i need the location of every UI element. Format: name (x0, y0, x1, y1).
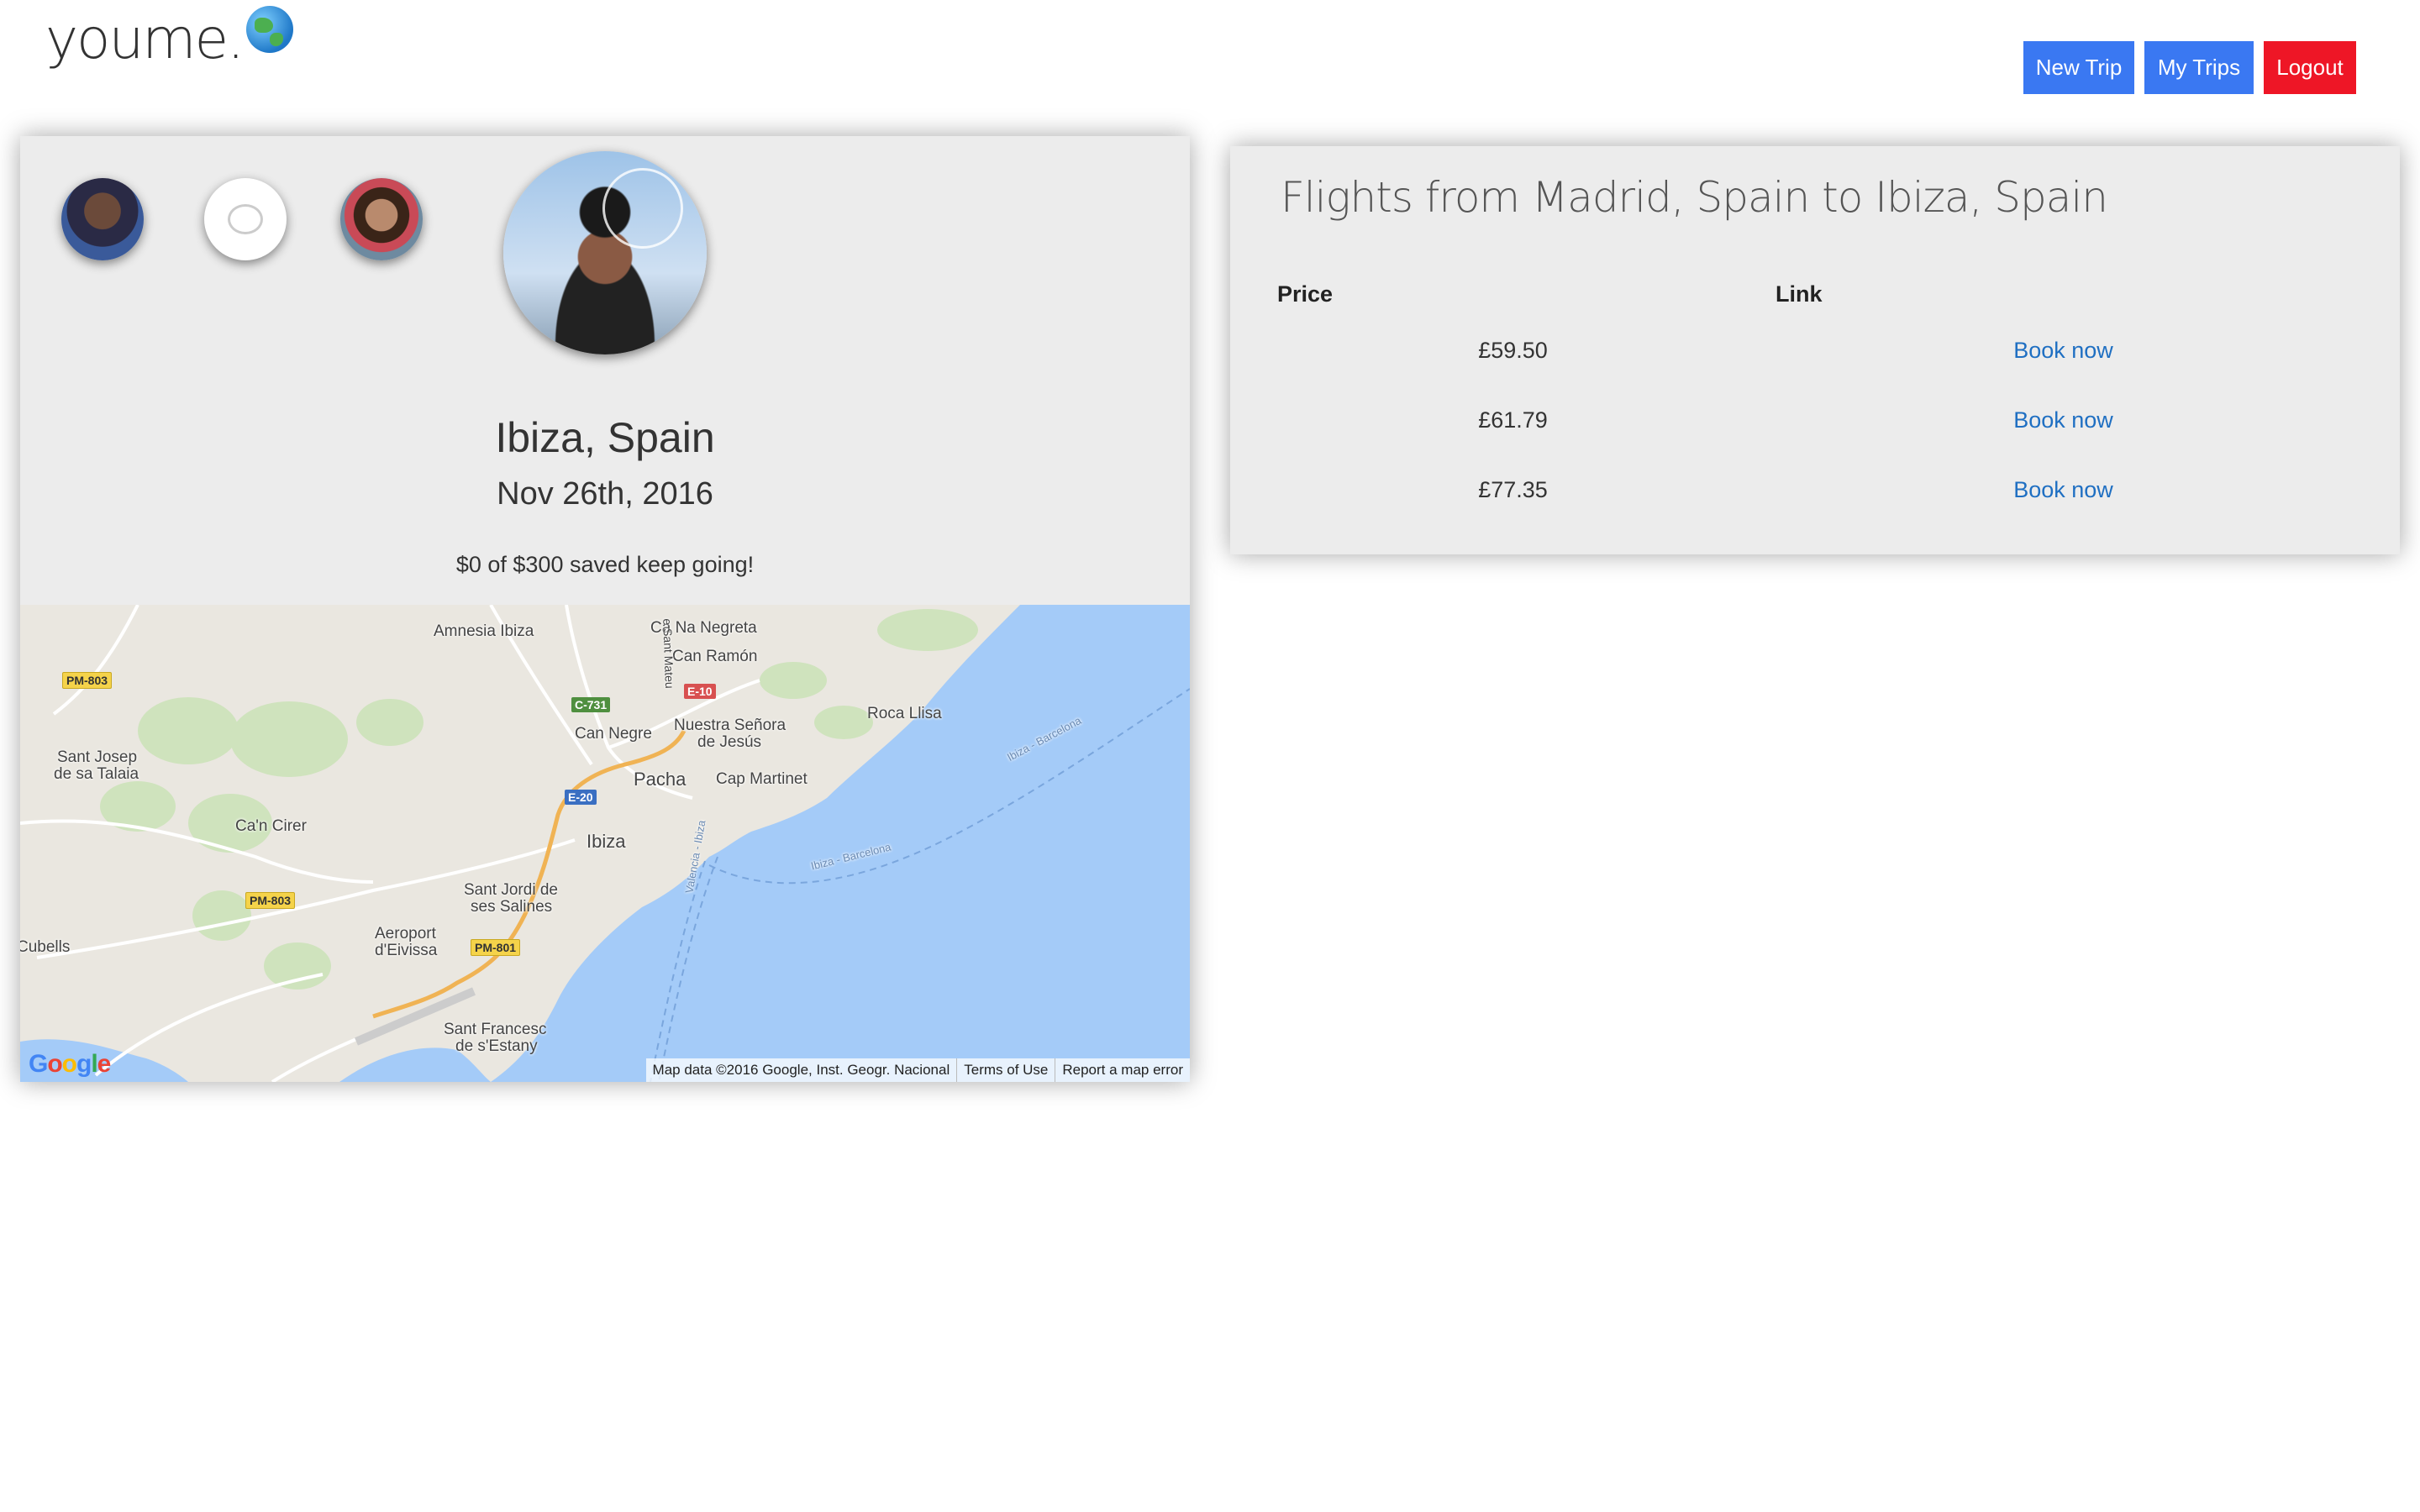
map-label: Cubells (20, 938, 71, 956)
new-trip-button[interactable]: New Trip (2023, 41, 2134, 94)
book-now-link[interactable]: Book now (2013, 477, 2113, 502)
avatar[interactable] (61, 178, 144, 260)
book-now-link[interactable]: Book now (2013, 338, 2113, 363)
brand-logo[interactable]: youme. (45, 6, 294, 71)
map-label: Pacha (634, 769, 687, 790)
map-label: Sant Josep (57, 748, 138, 766)
flight-price: £59.50 (1478, 338, 1548, 363)
road-shield: PM-801 (471, 939, 521, 956)
map-label: Can Ramón (672, 648, 758, 665)
map-label: de sa Talaia (54, 765, 139, 783)
map[interactable]: Amnesia Ibiza Ca Na Negreta Can Ramón e … (20, 605, 1190, 1082)
map-label: Nuestra Señora (674, 717, 786, 734)
report-map-error-link[interactable]: Report a map error (1055, 1058, 1190, 1082)
map-label: Aeroport (375, 925, 436, 942)
road-shield: PM-803 (245, 892, 296, 909)
flights-table: Price Link £59.50 Book now £61.79 Book n… (1264, 272, 2365, 525)
price-column-header: Price (1277, 281, 1334, 307)
brand-name: youme. (45, 7, 245, 71)
map-label: Sant Jordi de (464, 881, 558, 899)
map-label: Sant Francesc (444, 1021, 547, 1038)
table-row: £77.35 Book now (1264, 455, 2365, 525)
my-trips-button[interactable]: My Trips (2144, 41, 2254, 94)
map-label: e Sant Mateu (660, 618, 677, 689)
flights-card: Flights from Madrid, Spain to Ibiza, Spa… (1230, 146, 2400, 554)
flight-link-cell: Book now (1762, 386, 2365, 455)
map-attribution: Map data ©2016 Google, Inst. Geogr. Naci… (645, 1058, 1190, 1082)
map-label: Roca Llisa (867, 705, 942, 722)
table-row: £61.79 Book now (1264, 386, 2365, 455)
main-avatar[interactable] (503, 151, 707, 354)
flights-title: Flights from Madrid, Spain to Ibiza, Spa… (1281, 173, 2108, 222)
map-label: Can Negre (575, 725, 652, 743)
map-label: Amnesia Ibiza (434, 622, 534, 640)
road-shield: PM-803 (62, 672, 113, 689)
map-label: de Jesús (697, 733, 762, 751)
table-row: £59.50 Book now (1264, 316, 2365, 386)
flight-price: £61.79 (1478, 407, 1548, 433)
map-label: Cap Martinet (716, 770, 808, 788)
avatar[interactable] (340, 178, 423, 260)
map-data-credit: Map data ©2016 Google, Inst. Geogr. Naci… (652, 1062, 950, 1078)
savings-progress-text: $0 of $300 saved keep going! (455, 552, 755, 577)
avatar-placeholder[interactable] (204, 178, 287, 260)
road-shield: E-20 (565, 790, 597, 805)
map-label: de s'Estany (455, 1037, 538, 1055)
road-shield: E-10 (684, 684, 716, 699)
trip-destination: Ibiza, Spain (495, 414, 715, 461)
table-header-row: Price Link (1264, 272, 2365, 316)
globe-icon (246, 6, 294, 53)
book-now-link[interactable]: Book now (2013, 407, 2113, 433)
trip-card: Ibiza, Spain Nov 26th, 2016 $0 of $300 s… (20, 136, 1190, 1082)
map-label: Ibiza (587, 831, 626, 852)
flight-link-cell: Book now (1762, 455, 2365, 525)
link-column-header: Link (1775, 281, 1823, 307)
road-shield: C-731 (571, 697, 611, 712)
map-label: d'Eivissa (375, 942, 438, 959)
placeholder-icon (228, 204, 263, 234)
flight-link-cell: Book now (1762, 316, 2365, 386)
trip-date: Nov 26th, 2016 (497, 476, 713, 512)
map-label: ses Salines (471, 898, 553, 916)
map-label: Ca'n Cirer (235, 817, 307, 835)
flight-price: £77.35 (1478, 477, 1548, 502)
logout-button[interactable]: Logout (2264, 41, 2356, 94)
google-logo[interactable]: Google (29, 1050, 111, 1079)
terms-of-use-link[interactable]: Terms of Use (956, 1058, 1055, 1082)
